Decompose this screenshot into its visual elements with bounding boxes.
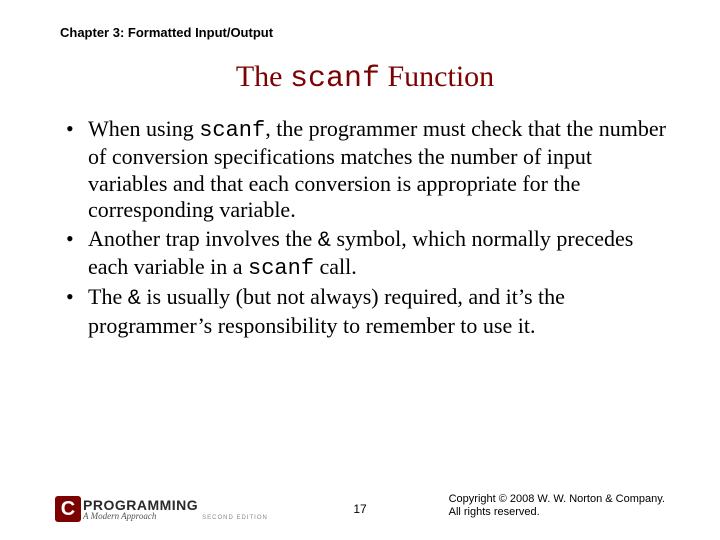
b1-mono: scanf [199, 118, 265, 143]
b1-text-a: When using [88, 116, 199, 141]
logo-c-box: C [55, 496, 81, 522]
b2-text-c: call. [314, 254, 357, 279]
slide: Chapter 3: Formatted Input/Output The sc… [0, 0, 720, 540]
b3-text-b: is usually (but not always) required, an… [88, 284, 565, 337]
logo-sub: A Modern Approach [83, 512, 198, 521]
slide-title: The scanf Function [60, 60, 670, 96]
b2-mono2: scanf [248, 256, 314, 281]
book-logo: C PROGRAMMING A Modern Approach SECOND E… [55, 496, 268, 522]
copyright: Copyright © 2008 W. W. Norton & Company.… [449, 493, 665, 521]
bullet-3: The & is usually (but not always) requir… [60, 284, 670, 339]
title-pre: The [236, 60, 290, 93]
b2-mono: & [318, 228, 331, 253]
copyright-line1: Copyright © 2008 W. W. Norton & Company. [449, 493, 665, 507]
logo-edition: SECOND EDITION [202, 515, 268, 522]
page-number: 17 [353, 502, 366, 516]
footer: C PROGRAMMING A Modern Approach SECOND E… [0, 482, 720, 522]
b3-text-a: The [88, 284, 128, 309]
copyright-line2: All rights reserved. [449, 506, 665, 520]
bullet-1: When using scanf, the programmer must ch… [60, 116, 670, 224]
b2-text-a: Another trap involves the [88, 226, 318, 251]
title-post: Function [380, 60, 494, 93]
title-mono: scanf [290, 62, 380, 96]
chapter-heading: Chapter 3: Formatted Input/Output [60, 25, 670, 40]
b3-mono: & [128, 286, 141, 311]
bullet-list: When using scanf, the programmer must ch… [60, 116, 670, 339]
bullet-2: Another trap involves the & symbol, whic… [60, 226, 670, 283]
logo-main: PROGRAMMING [83, 498, 198, 512]
logo-text: PROGRAMMING A Modern Approach [83, 498, 198, 521]
